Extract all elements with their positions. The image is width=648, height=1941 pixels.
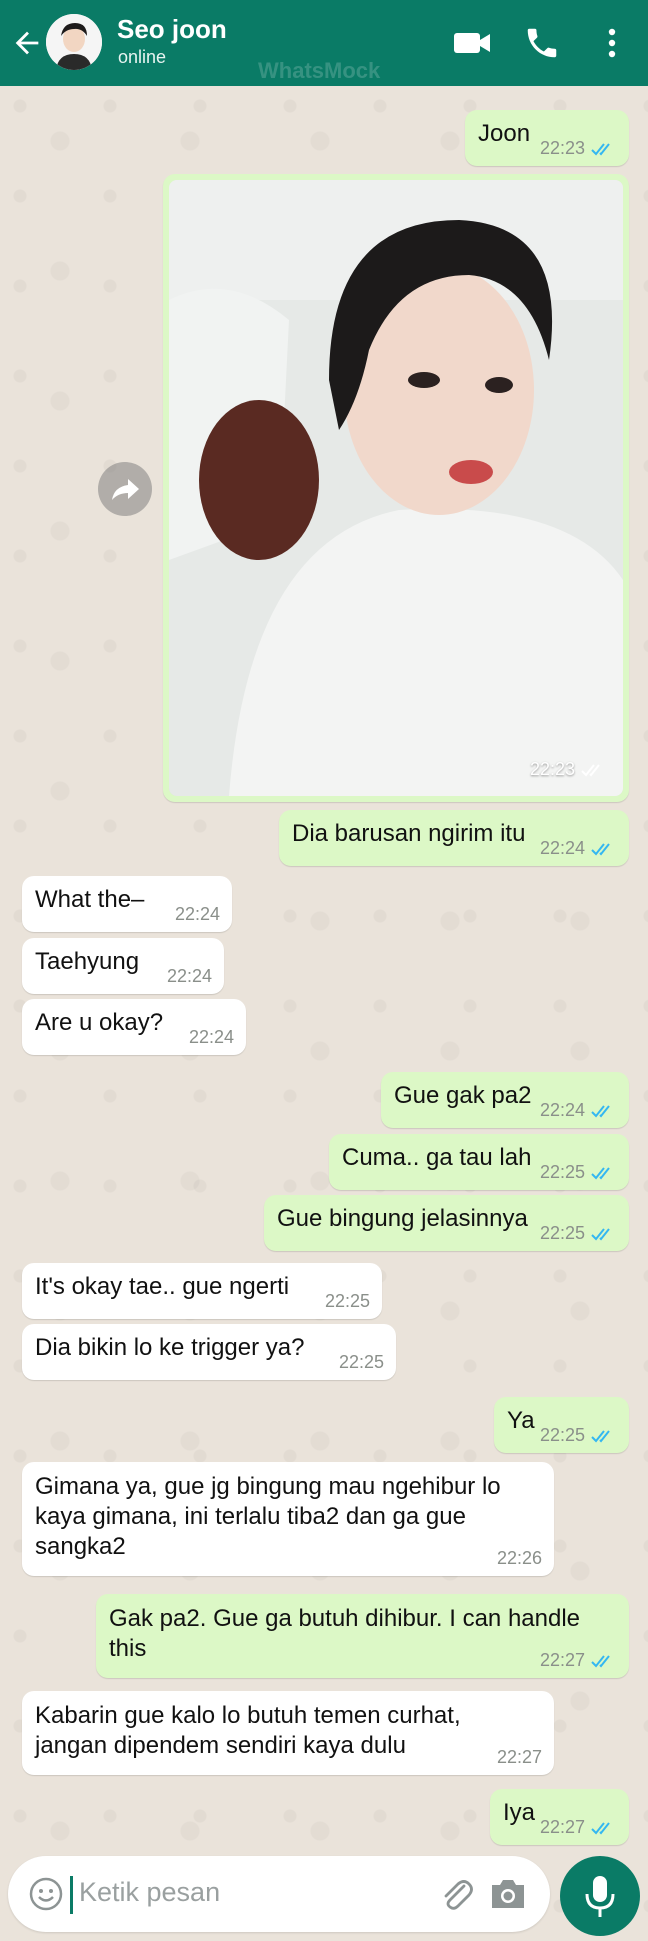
message-time: 22:24 [539,838,585,858]
message-text: Iya [503,1799,536,1826]
message-incoming[interactable]: Dia bikin lo ke trigger ya? 22:25 [22,1324,396,1380]
message-outgoing[interactable]: Gue gak pa2 22:24 [381,1072,629,1128]
message-outgoing[interactable]: Iya 22:27 [490,1789,629,1845]
photo[interactable] [169,180,623,796]
message-text: Ya [507,1407,535,1434]
mic-icon [585,1876,615,1917]
message-incoming[interactable]: Taehyung 22:24 [22,938,224,994]
message-text: Cuma.. ga tau lah [342,1144,532,1171]
message-meta: 22:24 [175,904,220,925]
message-outgoing[interactable]: Dia barusan ngirim itu 22:24 [279,810,629,866]
message-composer: Ketik pesan [8,1856,550,1932]
message-text: Gue gak pa2 [394,1082,532,1109]
back-arrow-icon[interactable] [10,26,44,60]
text-caret [70,1876,73,1914]
double-check-icon [591,1227,610,1240]
message-meta: 22:25 [540,1223,617,1244]
message-time: 22:24 [188,1027,234,1047]
message-text: Are u okay? [35,1009,164,1036]
message-incoming[interactable]: Are u okay? 22:24 [22,999,246,1055]
watermark: WhatsMock [258,58,381,83]
forward-button[interactable] [98,462,152,516]
chat-header: Seo joon online WhatsMock [0,0,648,86]
message-incoming[interactable]: Kabarin gue kalo lo butuh temen curhat, … [22,1691,554,1775]
message-meta: 22:25 [339,1352,384,1373]
message-time: 22:25 [539,1425,585,1445]
contact-name[interactable]: Seo joon [117,14,227,45]
message-meta: 22:26 [497,1548,542,1569]
message-time: 22:27 [539,1650,585,1670]
message-meta: 22:24 [540,838,617,859]
message-time: 22:25 [338,1352,384,1372]
message-text: What the– [35,886,145,913]
message-meta: 22:27 [497,1747,542,1768]
camera-icon[interactable] [488,1876,528,1912]
message-text: Dia bikin lo ke trigger ya? [35,1334,305,1361]
attach-icon[interactable] [436,1874,476,1914]
message-text: Gak pa2. Gue ga butuh dihibur. I can han… [109,1605,581,1662]
message-incoming[interactable]: Gimana ya, gue jg bingung mau ngehibur l… [22,1462,554,1576]
message-time: 22:24 [166,966,212,986]
message-text: Gue bingung jelasinnya [277,1205,528,1232]
message-time: 22:24 [539,1100,585,1120]
message-meta: 22:24 [540,1100,617,1121]
double-check-icon [591,142,610,155]
message-meta: 22:27 [540,1817,617,1838]
video-call-icon[interactable] [452,24,492,62]
message-meta: 22:24 [189,1027,234,1048]
message-outgoing[interactable]: Cuma.. ga tau lah 22:25 [329,1134,629,1190]
message-time: 22:23 [529,759,575,779]
contact-status: online [118,47,167,67]
message-meta: 22:25 [325,1291,370,1312]
message-text: It's okay tae.. gue ngerti [35,1273,290,1300]
double-check-icon [591,1821,610,1834]
more-vert-icon[interactable] [598,24,626,62]
contact-avatar[interactable] [46,14,102,70]
message-text: Taehyung [35,948,140,975]
message-meta: 22:24 [167,966,212,987]
message-text: Gimana ya, gue jg bingung mau ngehibur l… [35,1473,501,1560]
mic-button[interactable] [560,1856,640,1936]
message-meta: 22:23 [540,138,617,159]
message-outgoing-image[interactable]: 22:23 [163,174,629,802]
phone-icon[interactable] [522,24,562,62]
emoji-icon[interactable] [28,1876,64,1912]
message-outgoing[interactable]: Gue bingung jelasinnya 22:25 [264,1195,629,1251]
forward-icon [112,479,139,500]
message-text: Joon [478,120,531,147]
message-outgoing[interactable]: Ya 22:25 [494,1397,629,1453]
message-outgoing[interactable]: Joon 22:23 [465,110,629,166]
message-meta: 22:25 [540,1425,617,1446]
message-time: 22:24 [174,904,220,924]
double-check-icon [591,842,610,855]
message-time: 22:27 [496,1747,542,1767]
message-incoming[interactable]: It's okay tae.. gue ngerti 22:25 [22,1263,382,1319]
double-check-icon [591,1166,610,1179]
message-time: 22:23 [539,138,585,158]
message-input[interactable]: Ketik pesan [79,1877,220,1908]
message-meta: 22:23 [530,759,607,780]
message-time: 22:25 [324,1291,370,1311]
message-time: 22:27 [539,1817,585,1837]
message-text: Kabarin gue kalo lo butuh temen curhat, … [35,1702,461,1759]
message-outgoing[interactable]: Gak pa2. Gue ga butuh dihibur. I can han… [96,1594,629,1678]
message-time: 22:26 [496,1548,542,1568]
double-check-icon [591,1654,610,1667]
double-check-icon [591,1104,610,1117]
double-check-icon [591,1429,610,1442]
message-time: 22:25 [539,1162,585,1182]
message-text: Dia barusan ngirim itu [292,820,526,847]
message-incoming[interactable]: What the– 22:24 [22,876,232,932]
message-meta: 22:25 [540,1162,617,1183]
message-meta: 22:27 [540,1650,617,1671]
message-time: 22:25 [539,1223,585,1243]
double-check-icon [581,763,600,776]
